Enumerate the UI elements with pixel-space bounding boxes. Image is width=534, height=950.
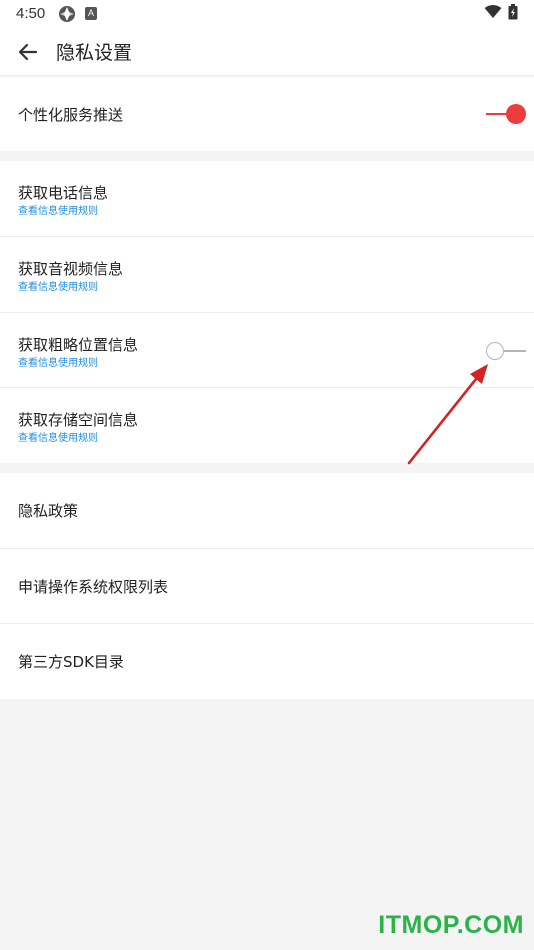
back-arrow-icon[interactable] [14,38,42,66]
personalization-section: 个性化服务推送 [0,77,534,151]
privacy-policy-row[interactable]: 隐私政策 [0,473,534,549]
view-rules-link[interactable]: 查看信息使用规则 [18,354,98,369]
watermark-logo: ITMOP.COM [378,911,524,939]
notification-a-icon: A [85,7,97,20]
permission-title: 获取音视频信息 [18,260,124,278]
personalization-toggle[interactable] [486,104,526,124]
permission-title: 获取存储空间信息 [18,411,139,429]
toggle-knob [506,104,526,124]
status-bar: 4:50 A [0,0,534,28]
app-notification-icon [59,6,75,22]
permissions-section: 获取电话信息 查看信息使用规则 获取音视频信息 查看信息使用规则 获取粗略位置信… [0,161,534,463]
location-toggle[interactable] [486,341,526,361]
permission-row-phone[interactable]: 获取电话信息 查看信息使用规则 [0,161,534,237]
sdk-list-row[interactable]: 第三方SDK目录 [0,624,534,699]
permission-title: 获取粗略位置信息 [18,336,139,354]
permission-row-location[interactable]: 获取粗略位置信息 查看信息使用规则 [0,313,534,388]
page-title: 隐私设置 [56,42,133,64]
toggle-track [504,350,526,352]
permission-row-media[interactable]: 获取音视频信息 查看信息使用规则 [0,237,534,313]
links-section: 隐私政策 申请操作系统权限列表 第三方SDK目录 [0,473,534,699]
personalization-label: 个性化服务推送 [18,106,124,124]
view-rules-link[interactable]: 查看信息使用规则 [18,278,98,293]
permission-row-storage[interactable]: 获取存储空间信息 查看信息使用规则 [0,388,534,463]
os-permissions-row[interactable]: 申请操作系统权限列表 [0,549,534,624]
personalization-row[interactable]: 个性化服务推送 [0,77,534,151]
view-rules-link[interactable]: 查看信息使用规则 [18,429,98,444]
toolbar: 隐私设置 [0,28,534,76]
battery-icon [508,4,518,20]
toggle-knob [486,342,504,360]
view-rules-link[interactable]: 查看信息使用规则 [18,202,98,217]
link-title: 第三方SDK目录 [18,653,124,671]
permission-title: 获取电话信息 [18,184,109,202]
status-time: 4:50 [16,5,46,22]
status-right [484,4,518,20]
wifi-icon [484,5,502,18]
link-title: 隐私政策 [18,502,79,520]
link-title: 申请操作系统权限列表 [18,578,169,596]
